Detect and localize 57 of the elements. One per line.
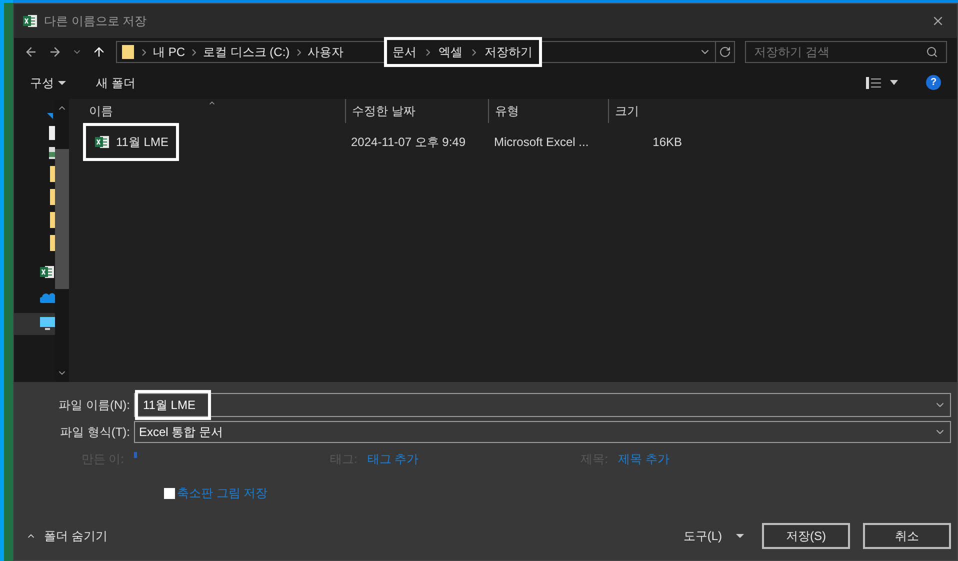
search-input[interactable]: 저장하기 검색: [754, 43, 926, 61]
breadcrumb-item[interactable]: 문서: [390, 43, 419, 61]
forward-icon[interactable]: [48, 45, 62, 59]
spreadsheet-icon: [39, 264, 55, 280]
search-box[interactable]: 저장하기 검색: [745, 41, 947, 63]
file-name-cell[interactable]: 11월 LME: [83, 123, 180, 161]
close-icon[interactable]: [931, 14, 945, 28]
field-label: 파일 이름(N):: [58, 397, 131, 414]
chevron-icon: [192, 48, 196, 56]
scroll-thumb[interactable]: [55, 149, 69, 289]
cancel-button[interactable]: 취소: [863, 523, 951, 549]
breadcrumb-item[interactable]: 저장하기: [482, 43, 535, 61]
thumbnail-checkbox[interactable]: [164, 488, 175, 498]
scrollbar[interactable]: [55, 99, 69, 382]
file-name: 11월 LME: [116, 134, 168, 151]
help-icon[interactable]: ?: [926, 75, 941, 90]
spreadsheet-icon: [94, 134, 110, 150]
hide-folders-button[interactable]: 폴더 숨기기: [26, 527, 108, 545]
column-header[interactable]: 유형: [488, 99, 608, 123]
image-icon[interactable]: [49, 147, 55, 159]
breadcrumb-item[interactable]: 엑셀: [436, 43, 465, 61]
file-name-field[interactable]: 11월 LME: [134, 393, 951, 417]
file-row[interactable]: 11월 LME 2024-11-07 오후 9:49 Microsoft Excel ... 16KB: [83, 123, 957, 161]
computer-icon: [40, 317, 55, 331]
date-cell-text: 2024-11-07 오후 9:49: [350, 134, 467, 151]
cloud-icon[interactable]: [40, 293, 55, 303]
save-button[interactable]: 저장(S): [762, 523, 850, 549]
file-type-dropdown[interactable]: Excel 통합 문서: [134, 421, 951, 443]
nav-item-selected[interactable]: [14, 313, 55, 335]
breadcrumb-item[interactable]: 로컬 디스크 (C:): [203, 43, 290, 61]
chevron-icon: [426, 48, 430, 56]
refresh-icon[interactable]: [719, 46, 731, 58]
back-icon[interactable]: [24, 45, 38, 59]
chevron-icon: [296, 48, 301, 56]
search-icon: [926, 46, 938, 58]
column-header[interactable]: 크기: [608, 99, 688, 123]
chevron-icon: [472, 48, 476, 56]
type-cell-text: Microsoft Excel ...: [493, 134, 590, 151]
view-options-icon[interactable]: [866, 76, 882, 88]
field-label: 파일 형식(T):: [59, 424, 131, 441]
caret-icon: [58, 80, 66, 84]
caret-icon: [736, 534, 744, 538]
window-title: 다른 이름으로 저장: [44, 13, 147, 30]
tools-button[interactable]: 도구(L): [683, 527, 744, 545]
caret-icon[interactable]: [890, 80, 898, 85]
sort-icon: [207, 99, 217, 107]
chevron-icon: [142, 48, 146, 56]
column-header[interactable]: 이름: [83, 99, 345, 123]
up-icon[interactable]: [92, 45, 106, 59]
spreadsheet-icon: [22, 13, 38, 29]
breadcrumb-item[interactable]: 사용자: [308, 43, 344, 61]
size-cell-text: 16KB: [652, 134, 683, 151]
column-header[interactable]: 수정한 날짜: [345, 99, 488, 123]
organize-button[interactable]: 구성: [30, 74, 66, 92]
file-name-input[interactable]: 11월 LME: [135, 390, 211, 420]
breadcrumb-item[interactable]: 내 PC: [153, 43, 186, 61]
new-folder-button[interactable]: 새 폴더: [96, 74, 136, 92]
